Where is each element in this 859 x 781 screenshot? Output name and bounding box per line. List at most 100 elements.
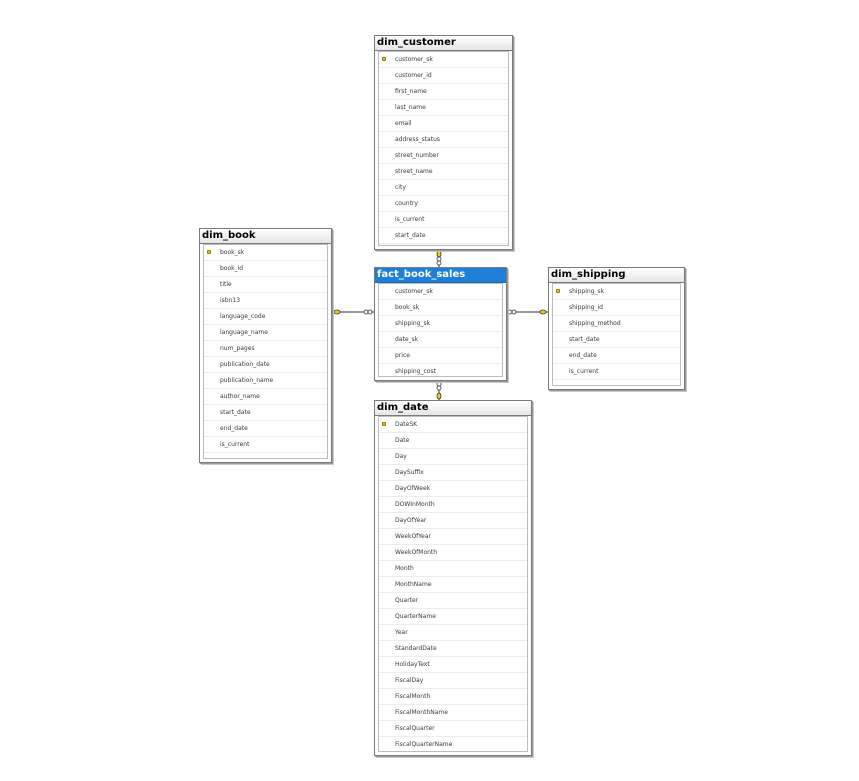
- column-row[interactable]: customer_sk: [379, 52, 508, 68]
- column-row[interactable]: DayOfYear: [379, 513, 527, 529]
- column-row[interactable]: DayOfWeek: [379, 481, 527, 497]
- column-row[interactable]: first_name: [379, 84, 508, 100]
- column-name: book_sk: [395, 304, 420, 311]
- infinity-connector-icon: [436, 381, 442, 391]
- column-row[interactable]: city: [379, 180, 508, 196]
- column-row[interactable]: WeekOfMonth: [379, 545, 527, 561]
- column-row[interactable]: is_current: [204, 437, 327, 453]
- column-row[interactable]: address_status: [379, 132, 508, 148]
- column-name: is_current: [569, 368, 599, 375]
- column-name: shipping_sk: [395, 320, 431, 327]
- column-row[interactable]: date_sk: [379, 332, 502, 348]
- column-row[interactable]: shipping_id: [553, 300, 680, 316]
- column-name: start_date: [569, 336, 600, 343]
- table-title[interactable]: dim_shipping: [549, 268, 684, 283]
- column-row[interactable]: Quarter: [379, 593, 527, 609]
- column-row[interactable]: Date: [379, 433, 527, 449]
- column-name: Day: [395, 453, 407, 460]
- column-row[interactable]: price: [379, 348, 502, 364]
- table-dim-date[interactable]: dim_date DateSK Date Day DaySuffix DayOfWeek…: [374, 400, 532, 756]
- column-list: customer_sk customer_id first_name last_nam…: [378, 51, 509, 246]
- table-dim-customer[interactable]: dim_customer customer_sk customer_idfirst…: [374, 35, 513, 250]
- column-row[interactable]: street_number: [379, 148, 508, 164]
- column-row[interactable]: isbn13: [204, 293, 327, 309]
- column-row[interactable]: start_date: [379, 228, 508, 244]
- column-list: customer_sk book_sk shipping_sk date_sk pric…: [378, 283, 503, 377]
- column-row[interactable]: language_code: [204, 309, 327, 325]
- column-row[interactable]: end_date: [204, 421, 327, 437]
- column-row[interactable]: shipping_sk: [379, 316, 502, 332]
- column-name: book_id: [220, 265, 244, 272]
- column-row[interactable]: is_current: [553, 364, 680, 380]
- infinity-connector-icon: [363, 309, 373, 315]
- column-row[interactable]: language_name: [204, 325, 327, 341]
- column-row[interactable]: publication_date: [204, 357, 327, 373]
- table-dim-book[interactable]: dim_book book_sk book_id title isbn13 langua…: [199, 228, 332, 463]
- column-row[interactable]: is_current: [379, 212, 508, 228]
- column-row[interactable]: end_date: [379, 244, 508, 245]
- column-row[interactable]: MonthName: [379, 577, 527, 593]
- column-row[interactable]: shipping_cost: [379, 364, 502, 376]
- column-row[interactable]: customer_id: [379, 68, 508, 84]
- column-name: DOWInMonth: [395, 501, 435, 508]
- column-row[interactable]: book_sk: [379, 300, 502, 316]
- column-row[interactable]: FiscalQuarterName: [379, 737, 527, 751]
- column-row[interactable]: FiscalMonth: [379, 689, 527, 705]
- column-row[interactable]: email: [379, 116, 508, 132]
- column-name: first_name: [395, 88, 427, 95]
- column-row[interactable]: publication_name: [204, 373, 327, 389]
- relationship-fact-date[interactable]: [436, 380, 442, 401]
- table-dim-shipping[interactable]: dim_shipping shipping_sk shipping_id shipp…: [548, 267, 685, 390]
- table-title[interactable]: fact_book_sales: [375, 268, 506, 283]
- column-name: StandardDate: [395, 645, 437, 652]
- relationship-fact-shipping[interactable]: [506, 309, 549, 315]
- column-row[interactable]: HolidayText: [379, 657, 527, 673]
- table-title[interactable]: dim_book: [200, 229, 331, 244]
- infinity-connector-icon: [507, 309, 517, 315]
- column-name: Month: [395, 565, 414, 572]
- column-row[interactable]: FiscalDay: [379, 673, 527, 689]
- column-row[interactable]: StandardDate: [379, 641, 527, 657]
- column-row[interactable]: WeekOfYear: [379, 529, 527, 545]
- column-row[interactable]: DateSK: [379, 417, 527, 433]
- column-row[interactable]: country: [379, 196, 508, 212]
- column-name: DayOfWeek: [395, 485, 431, 492]
- column-name: publication_name: [220, 377, 274, 384]
- column-name: HolidayText: [395, 661, 430, 668]
- table-fact-book-sales[interactable]: fact_book_sales customer_sk book_skshippi…: [374, 267, 507, 381]
- column-row[interactable]: book_sk: [204, 245, 327, 261]
- column-row[interactable]: author_name: [204, 389, 327, 405]
- column-name: DaySuffix: [395, 469, 424, 476]
- table-title[interactable]: dim_customer: [375, 36, 512, 51]
- column-row[interactable]: start_date: [553, 332, 680, 348]
- column-row[interactable]: FiscalMonthName: [379, 705, 527, 721]
- column-name: shipping_id: [569, 304, 603, 311]
- column-row[interactable]: num_pages: [204, 341, 327, 357]
- relationship-fact-customer[interactable]: [436, 249, 442, 268]
- column-row[interactable]: title: [204, 277, 327, 293]
- column-row[interactable]: customer_sk: [379, 284, 502, 300]
- column-row[interactable]: last_name: [379, 100, 508, 116]
- column-name: customer_sk: [395, 56, 433, 63]
- column-row[interactable]: DaySuffix: [379, 465, 527, 481]
- column-row[interactable]: start_date: [204, 405, 327, 421]
- relationship-fact-book[interactable]: [331, 309, 375, 315]
- column-name: start_date: [220, 409, 251, 416]
- table-title[interactable]: dim_date: [375, 401, 531, 416]
- column-row[interactable]: end_date: [553, 348, 680, 364]
- column-name: street_name: [395, 168, 433, 175]
- column-name: last_name: [395, 104, 426, 111]
- column-row[interactable]: QuarterName: [379, 609, 527, 625]
- column-row[interactable]: street_name: [379, 164, 508, 180]
- column-row[interactable]: DOWInMonth: [379, 497, 527, 513]
- column-name: shipping_method: [569, 320, 621, 327]
- column-list: shipping_sk shipping_id shipping_methodsta…: [552, 283, 681, 386]
- column-row[interactable]: book_id: [204, 261, 327, 277]
- column-name: street_number: [395, 152, 439, 159]
- column-row[interactable]: shipping_sk: [553, 284, 680, 300]
- column-row[interactable]: FiscalQuarter: [379, 721, 527, 737]
- column-row[interactable]: shipping_method: [553, 316, 680, 332]
- column-row[interactable]: Year: [379, 625, 527, 641]
- column-row[interactable]: Day: [379, 449, 527, 465]
- column-row[interactable]: Month: [379, 561, 527, 577]
